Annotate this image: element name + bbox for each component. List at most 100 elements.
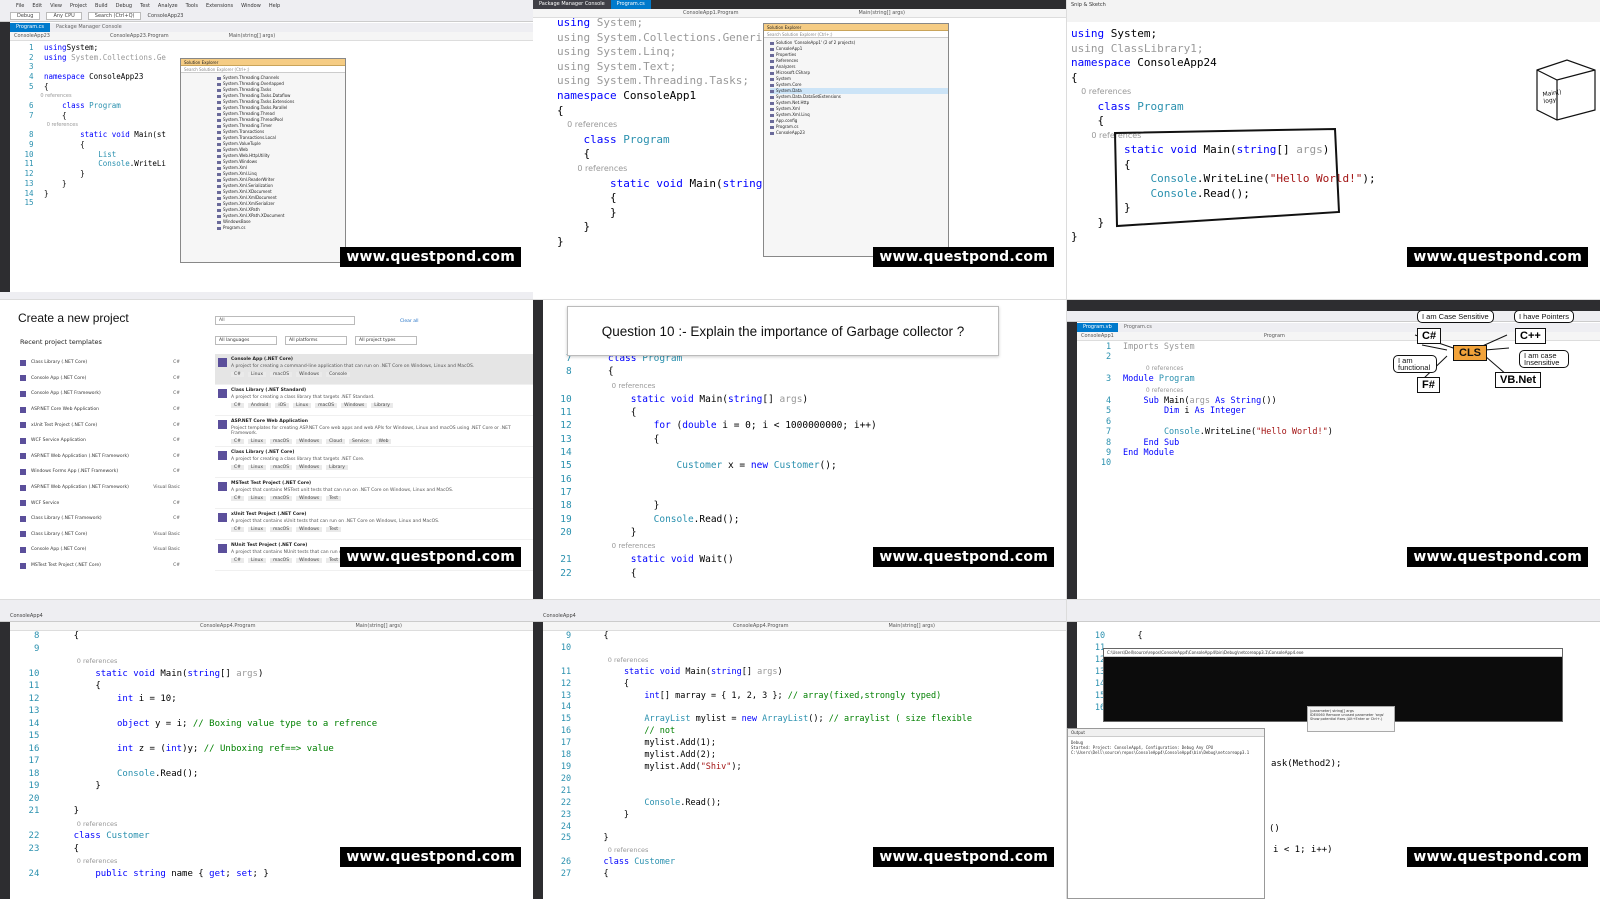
code-line[interactable]: 15 (16, 730, 377, 743)
references-codelens[interactable]: 0 references (52, 857, 118, 865)
tab-program-cs[interactable]: Program.cs (10, 23, 51, 32)
menu-item[interactable]: Tools (186, 3, 198, 9)
code-line[interactable]: 16 int z = (int)y; // Unboxing ref==> va… (16, 743, 377, 756)
recent-template-item[interactable]: Class Library (.NET Core) C# (20, 355, 180, 371)
code-line[interactable]: 23 { (16, 843, 377, 856)
code-line[interactable]: 25 } (549, 833, 972, 845)
code-line[interactable]: 14 (549, 702, 972, 714)
code-line[interactable]: 10 { (1083, 630, 1143, 642)
template-item[interactable]: Console App (.NET Core) A project for cre… (215, 354, 533, 385)
menu-item[interactable]: Edit (32, 3, 42, 9)
nav-member[interactable]: Main(string[] args) (229, 33, 276, 39)
code-line[interactable]: 22 { (547, 567, 877, 580)
nav-class[interactable]: ConsoleApp4.Program (200, 623, 255, 629)
code-line[interactable]: 7 { (14, 111, 166, 121)
platform-dropdown[interactable]: Any CPU (46, 12, 82, 20)
code-line[interactable]: 2 using System.Collections.Ge (14, 53, 166, 63)
code-line[interactable]: 8 { (547, 365, 877, 378)
tree-item[interactable]: ConsoleApp23 (770, 130, 948, 136)
menu-item[interactable]: Window (241, 3, 261, 9)
recent-template-item[interactable]: Console App (.NET Core) Visual Basic (20, 542, 180, 558)
recent-template-item[interactable]: xUnit Test Project (.NET Core) C# (20, 417, 180, 433)
code-line[interactable]: 18 mylist.Add(2); (549, 750, 972, 762)
recent-template-item[interactable]: Class Library (.NET Framework) C# (20, 511, 180, 527)
code-line[interactable]: } (1071, 216, 1376, 231)
code-line[interactable]: using System.Threading.Tasks; (557, 74, 776, 89)
code-line[interactable]: 21 (549, 786, 972, 798)
panel-search-input[interactable]: Search Solution Explorer (Ctrl+;) (181, 66, 345, 73)
code-line[interactable]: 22 class Customer (16, 830, 377, 843)
code-line[interactable]: namespace ConsoleApp24 (1071, 56, 1376, 71)
references-codelens[interactable]: 0 references (14, 121, 166, 131)
nav-member[interactable]: Main(string[] args) (888, 623, 935, 629)
code-line[interactable]: 24 (549, 822, 972, 834)
code-line[interactable]: 20 } (547, 526, 877, 539)
code-editor[interactable]: 1 usingSystem; 2 using System.Collections.G… (14, 43, 166, 208)
code-line[interactable]: 19 mylist.Add("Shiv"); (549, 762, 972, 774)
code-line[interactable]: 13 } (14, 179, 166, 189)
template-item[interactable]: Class Library (.NET Standard) A project f… (215, 385, 533, 416)
template-item[interactable]: xUnit Test Project (.NET Core) A project … (215, 509, 533, 540)
menu-item[interactable]: Help (269, 3, 280, 9)
code-line[interactable]: 17 (16, 755, 377, 768)
template-item[interactable]: MSTest Test Project (.NET Core) A project… (215, 478, 533, 509)
code-line[interactable]: 13 (16, 705, 377, 718)
panel-search-input[interactable]: Search Solution Explorer (Ctrl+;) (764, 31, 948, 38)
references-codelens[interactable]: 0 references (583, 656, 649, 664)
code-line[interactable]: class Program (1071, 100, 1376, 115)
code-line[interactable]: 8 { (16, 630, 377, 643)
code-line[interactable]: using System.Text; (557, 60, 776, 75)
code-line[interactable]: 9 (16, 643, 377, 656)
recent-template-item[interactable]: WCF Service C# (20, 495, 180, 511)
code-line[interactable]: 15 Customer x = new Customer(); (547, 459, 877, 472)
code-line[interactable]: 1 usingSystem; (14, 43, 166, 53)
code-line[interactable]: 13 { (547, 433, 877, 446)
language-filter[interactable]: All languages (215, 336, 277, 345)
code-line[interactable]: 3 (14, 62, 166, 72)
menu-item[interactable]: Build (95, 3, 108, 9)
code-line[interactable]: class Program (557, 133, 776, 148)
code-line[interactable]: Console.Read(); (1071, 187, 1376, 202)
tab-package-manager[interactable]: Package Manager Console (533, 0, 611, 9)
code-line[interactable]: 0 references (549, 655, 972, 667)
code-line[interactable]: 14 object y = i; // Boxing value type to… (16, 718, 378, 731)
references-codelens[interactable]: 0 references (14, 92, 166, 102)
recent-template-item[interactable]: ASP.NET Web Application (.NET Framework)… (20, 480, 180, 496)
menu-item[interactable]: Debug (116, 3, 132, 9)
template-search-input[interactable]: All (215, 316, 355, 325)
recent-template-item[interactable]: Class Library (.NET Core) Visual Basic (20, 527, 180, 543)
code-line[interactable]: 14 (547, 446, 877, 459)
code-line[interactable]: } (1071, 201, 1376, 216)
code-line[interactable]: 9 { (549, 631, 972, 643)
tree-item[interactable]: Program.cs (217, 225, 345, 231)
recent-template-item[interactable]: Console App (.NET Core) C# (20, 371, 180, 387)
recent-template-item[interactable]: MSTest Test Project (.NET Core) C# (20, 558, 180, 574)
platform-filter[interactable]: All platforms (285, 336, 347, 345)
code-editor[interactable]: using System; using ClassLibrary1; namespa… (1071, 27, 1376, 245)
code-line[interactable]: 11 { (16, 680, 377, 693)
recent-template-item[interactable]: ASP.NET Web Application (.NET Framework)… (20, 449, 180, 465)
nav-member[interactable]: Main(string[] args) (355, 623, 402, 629)
code-line[interactable]: 19 } (16, 780, 377, 793)
code-line[interactable]: 10 List (14, 150, 166, 160)
code-line[interactable]: 10 (549, 643, 972, 655)
code-line[interactable]: } (557, 235, 776, 250)
code-line[interactable]: 24 public string name { get; set; } (16, 868, 377, 881)
nav-class[interactable]: ConsoleApp4.Program (733, 623, 788, 629)
references-codelens[interactable]: 0 references (52, 657, 118, 665)
code-line[interactable]: { (1071, 114, 1376, 129)
code-line[interactable]: 8 static void Main(st (14, 130, 166, 140)
code-line[interactable]: using System.Linq; (557, 45, 776, 60)
code-line[interactable]: using ClassLibrary1; (1071, 42, 1376, 57)
code-line[interactable]: 17 (547, 486, 877, 499)
code-line[interactable]: 12 } (14, 169, 166, 179)
code-line[interactable]: 16 (547, 473, 877, 486)
menu-item[interactable]: View (50, 3, 62, 9)
project-type-filter[interactable]: All project types (355, 336, 417, 345)
code-line[interactable]: 20 (549, 774, 972, 786)
code-line[interactable]: namespace ConsoleApp1 (557, 89, 776, 104)
config-dropdown[interactable]: Debug (10, 12, 41, 20)
code-line[interactable]: { (557, 104, 776, 119)
code-line[interactable]: { (1071, 71, 1376, 86)
code-line[interactable]: 16 // not (549, 726, 972, 738)
